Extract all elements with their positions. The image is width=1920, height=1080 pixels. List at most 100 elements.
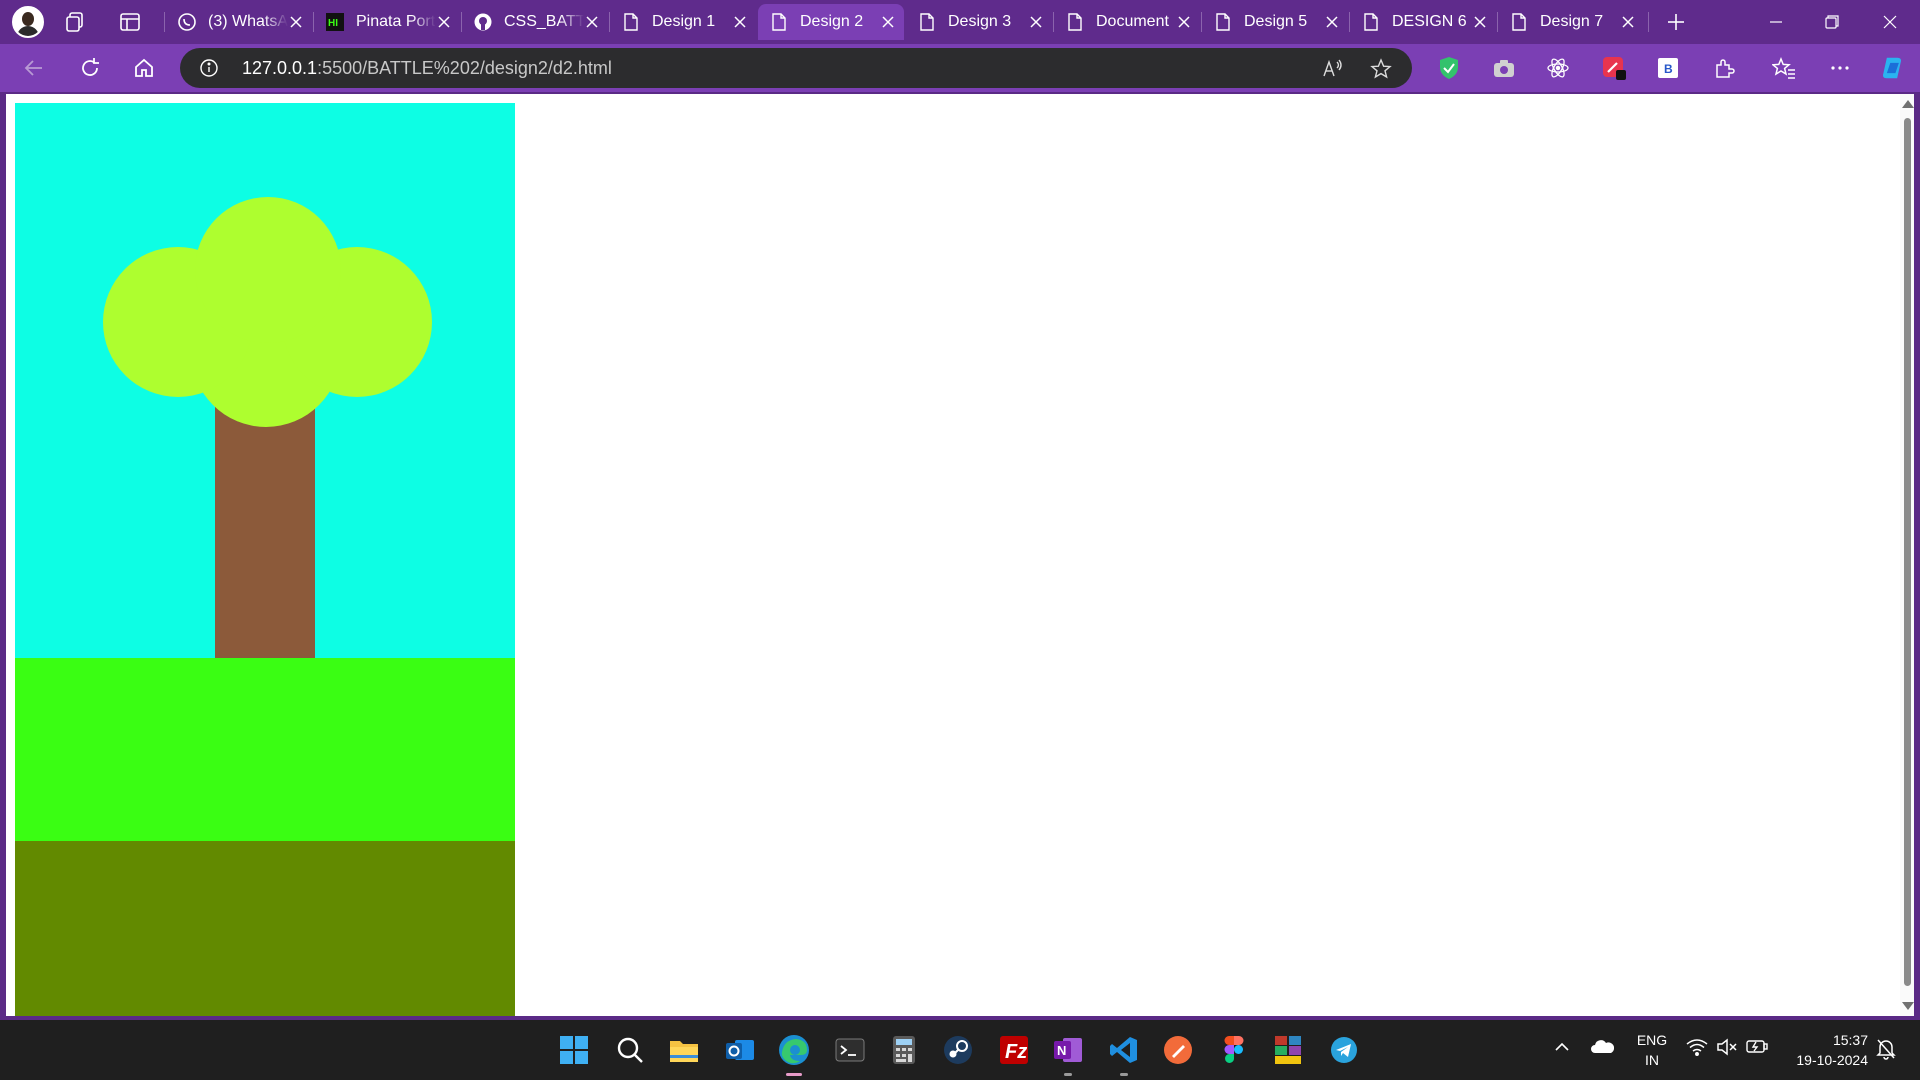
extensions-puzzle-icon[interactable]: [1712, 56, 1736, 80]
tab-document[interactable]: Document: [1054, 4, 1200, 40]
scrollbar-thumb[interactable]: [1904, 118, 1911, 986]
close-icon[interactable]: [880, 14, 896, 30]
tab-title: Design 3: [948, 13, 1012, 30]
tab-strip: (3) WhatsA HI Pinata Port CSS_BATTL Desi…: [0, 0, 1920, 44]
css-battle-scene: [15, 103, 515, 1016]
close-icon[interactable]: [1472, 14, 1488, 30]
page-icon: [770, 13, 788, 31]
language-code: ENG: [1636, 1032, 1668, 1048]
vscode-icon[interactable]: [1108, 1034, 1140, 1076]
outlook-icon[interactable]: [724, 1034, 756, 1066]
file-explorer-icon[interactable]: [668, 1034, 700, 1066]
onenote-icon[interactable]: N: [1052, 1034, 1084, 1076]
refresh-button[interactable]: [76, 54, 104, 82]
clock[interactable]: 15:37 19-10-2024: [1796, 1030, 1868, 1070]
tab-title: Design 5: [1244, 13, 1308, 30]
close-icon[interactable]: [584, 14, 600, 30]
home-button[interactable]: [130, 54, 158, 82]
close-icon[interactable]: [1028, 14, 1044, 30]
calculator-icon[interactable]: [888, 1034, 920, 1066]
browser-toolbar: 127.0.0.1:5500/BATTLE%202/design2/d2.htm…: [0, 44, 1920, 92]
shield-extension-icon[interactable]: [1437, 56, 1461, 80]
camera-extension-icon[interactable]: [1492, 56, 1516, 80]
tab-title: Document: [1096, 13, 1169, 30]
postman-icon[interactable]: [1162, 1034, 1194, 1066]
new-tab-button[interactable]: [1662, 8, 1690, 36]
tab-title: CSS_BATTL: [504, 13, 584, 30]
color-picker-extension-icon[interactable]: [1602, 56, 1626, 80]
page-icon: [622, 13, 640, 31]
whatsapp-icon: [178, 13, 196, 31]
close-icon[interactable]: [288, 14, 304, 30]
grass: [15, 658, 515, 841]
favorites-icon[interactable]: [1772, 56, 1796, 80]
scroll-down-arrow[interactable]: [1902, 1002, 1914, 1010]
tab-design-2[interactable]: Design 2: [758, 4, 904, 40]
vertical-scrollbar[interactable]: [1900, 94, 1914, 1016]
svg-text:N: N: [1057, 1043, 1066, 1058]
close-icon[interactable]: [1176, 14, 1192, 30]
battery-charging-icon[interactable]: [1746, 1038, 1768, 1057]
filezilla-icon[interactable]: Fz: [998, 1034, 1030, 1066]
wifi-icon[interactable]: [1686, 1038, 1708, 1059]
react-devtools-icon[interactable]: [1546, 56, 1570, 80]
show-hidden-icons-chevron-icon[interactable]: [1554, 1040, 1570, 1056]
onedrive-icon[interactable]: [1590, 1038, 1615, 1057]
bitwarden-extension-icon[interactable]: B: [1656, 56, 1680, 80]
copilot-icon[interactable]: [1880, 56, 1904, 80]
profile-avatar[interactable]: [12, 6, 44, 38]
close-window-button[interactable]: [1876, 8, 1904, 36]
url-text: 127.0.0.1:5500/BATTLE%202/design2/d2.htm…: [242, 58, 612, 79]
close-icon[interactable]: [732, 14, 748, 30]
page-icon: [1214, 13, 1232, 31]
read-aloud-icon[interactable]: [1322, 58, 1344, 80]
language-indicator[interactable]: ENG IN: [1634, 1030, 1670, 1070]
page-icon: [1362, 13, 1380, 31]
edge-icon[interactable]: [778, 1034, 810, 1076]
minimize-button[interactable]: [1762, 8, 1790, 36]
svg-text:B: B: [1664, 62, 1673, 76]
tab-design-3[interactable]: Design 3: [906, 4, 1052, 40]
favorite-star-icon[interactable]: [1370, 58, 1392, 80]
tab-github[interactable]: CSS_BATTL: [462, 4, 608, 40]
site-info-icon[interactable]: [200, 59, 218, 77]
github-icon: [474, 13, 492, 31]
page-icon: [1510, 13, 1528, 31]
tab-title: DESIGN 6: [1392, 13, 1467, 30]
close-icon[interactable]: [1620, 14, 1636, 30]
back-button[interactable]: [20, 54, 48, 82]
tab-design-6[interactable]: DESIGN 6: [1350, 4, 1496, 40]
search-icon[interactable]: [614, 1034, 646, 1066]
tab-design-1[interactable]: Design 1: [610, 4, 756, 40]
tab-design-7[interactable]: Design 7: [1498, 4, 1644, 40]
winrar-icon[interactable]: [1272, 1034, 1304, 1066]
tab-title: Design 2: [800, 13, 864, 30]
address-bar[interactable]: 127.0.0.1:5500/BATTLE%202/design2/d2.htm…: [180, 48, 1412, 88]
language-region: IN: [1645, 1052, 1659, 1068]
soil: [15, 841, 515, 1016]
tab-pinata[interactable]: HI Pinata Port: [314, 4, 460, 40]
svg-text:Fz: Fz: [1005, 1041, 1027, 1063]
scroll-up-arrow[interactable]: [1902, 100, 1914, 108]
pinata-icon: HI: [326, 13, 344, 31]
tab-title: (3) WhatsA: [208, 13, 288, 30]
vertical-tabs-icon[interactable]: [118, 10, 142, 34]
terminal-icon[interactable]: [834, 1034, 866, 1066]
close-icon[interactable]: [436, 14, 452, 30]
speaker-muted-icon[interactable]: [1716, 1038, 1738, 1059]
restore-button[interactable]: [1818, 8, 1846, 36]
windows-start-icon[interactable]: [558, 1034, 590, 1066]
tab-title: Pinata Port: [356, 13, 436, 30]
telegram-icon[interactable]: [1328, 1034, 1360, 1066]
figma-icon[interactable]: [1218, 1034, 1250, 1066]
notifications-bell-icon[interactable]: [1876, 1038, 1896, 1063]
page-icon: [1066, 13, 1084, 31]
tab-design-5[interactable]: Design 5: [1202, 4, 1348, 40]
close-icon[interactable]: [1324, 14, 1340, 30]
page-viewport: [6, 94, 1914, 1016]
tab-whatsapp[interactable]: (3) WhatsA: [166, 4, 312, 40]
more-menu-icon[interactable]: [1828, 56, 1852, 80]
tree-leaf-circle: [195, 197, 341, 343]
workspaces-icon[interactable]: [64, 10, 88, 34]
steam-icon[interactable]: [942, 1034, 974, 1066]
